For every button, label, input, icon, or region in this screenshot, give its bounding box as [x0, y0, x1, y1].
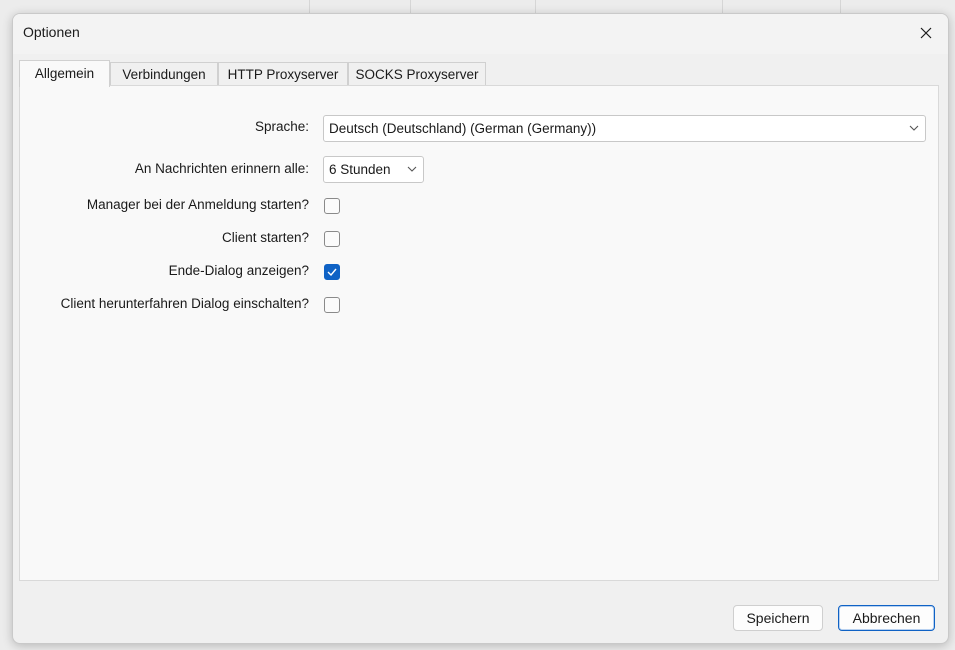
background-divider — [722, 0, 723, 14]
general-settings-panel: Sprache: Deutsch (Deutschland) (German (… — [19, 85, 939, 581]
background-divider — [410, 0, 411, 14]
tab-http-proxyserver[interactable]: HTTP Proxyserver — [218, 62, 348, 86]
close-button[interactable] — [904, 14, 948, 52]
save-button[interactable]: Speichern — [733, 605, 823, 631]
reminder-label: An Nachrichten erinnern alle: — [134, 161, 309, 176]
shutdown-dialog-label: Client herunterfahren Dialog einschalten… — [60, 296, 309, 311]
tab-socks-proxyserver[interactable]: SOCKS Proxyserver — [348, 62, 486, 86]
chevron-down-icon — [407, 166, 417, 172]
language-select[interactable]: Deutsch (Deutschland) (German (Germany)) — [323, 115, 926, 142]
start-client-checkbox[interactable] — [324, 231, 340, 247]
start-client-label: Client starten? — [221, 230, 309, 245]
end-dialog-label: Ende-Dialog anzeigen? — [168, 263, 309, 278]
chevron-down-icon — [909, 125, 919, 131]
background-divider — [840, 0, 841, 14]
start-manager-label: Manager bei der Anmeldung starten? — [86, 197, 309, 212]
cancel-button[interactable]: Abbrechen — [838, 605, 935, 631]
shutdown-dialog-checkbox[interactable] — [324, 297, 340, 313]
background-divider — [309, 0, 310, 14]
title-bar: Optionen — [13, 14, 948, 54]
language-label: Sprache: — [254, 119, 309, 134]
close-icon — [920, 27, 932, 39]
tab-allgemein[interactable]: Allgemein — [19, 60, 110, 87]
reminder-interval-select[interactable]: 6 Stunden — [323, 156, 424, 183]
tab-verbindungen[interactable]: Verbindungen — [110, 62, 218, 86]
options-dialog: Optionen Allgemein Verbindungen HTTP Pro… — [12, 13, 949, 644]
checkmark-icon — [327, 268, 337, 276]
language-select-value: Deutsch (Deutschland) (German (Germany)) — [329, 121, 597, 136]
background-divider — [535, 0, 536, 14]
start-manager-checkbox[interactable] — [324, 198, 340, 214]
end-dialog-checkbox[interactable] — [324, 264, 340, 280]
reminder-select-value: 6 Stunden — [329, 162, 391, 177]
dialog-title: Optionen — [23, 24, 80, 40]
